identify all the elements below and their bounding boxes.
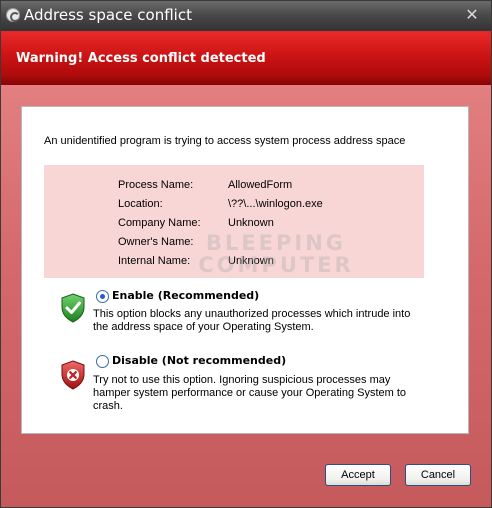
banner-heading: Warning! Access conflict detected xyxy=(16,51,266,66)
title-bar[interactable]: Address space conflict ✕ xyxy=(1,1,491,31)
disable-radio[interactable] xyxy=(96,355,109,368)
app-icon xyxy=(6,8,20,22)
content-panel: An unidentified program is trying to acc… xyxy=(21,106,469,434)
enable-option-description: This option blocks any unauthorized proc… xyxy=(93,308,411,333)
enable-radio[interactable] xyxy=(96,290,109,303)
window-title: Address space conflict xyxy=(24,6,192,24)
accept-button[interactable]: Accept xyxy=(325,464,391,486)
cancel-button[interactable]: Cancel xyxy=(405,464,471,486)
detail-label: Internal Name: xyxy=(118,255,191,267)
warning-banner: Warning! Access conflict detected xyxy=(1,31,491,85)
green-shield-check-icon xyxy=(61,293,85,323)
close-button[interactable]: ✕ xyxy=(463,6,481,24)
detail-label: Owner's Name: xyxy=(118,236,194,248)
watermark-line-2: COMPUTER xyxy=(198,253,354,277)
enable-option-label[interactable]: Enable (Recommended) xyxy=(112,289,259,302)
detail-value: AllowedForm xyxy=(228,179,293,191)
disable-option-label[interactable]: Disable (Not recommended) xyxy=(112,354,286,367)
watermark-line-1: BLEEPING xyxy=(205,231,347,255)
detail-label: Company Name: xyxy=(118,217,201,229)
intro-text: An unidentified program is trying to acc… xyxy=(44,135,406,147)
detail-label: Location: xyxy=(118,198,163,210)
watermark: BLEEPING COMPUTER xyxy=(186,232,366,276)
disable-option-description: Try not to use this option. Ignoring sus… xyxy=(93,374,407,412)
detail-value: \??\...\winlogon.exe xyxy=(228,198,323,210)
dialog-window: Address space conflict ✕ Warning! Access… xyxy=(0,0,492,508)
detail-label: Process Name: xyxy=(118,179,194,191)
detail-value: Unknown xyxy=(228,217,274,229)
red-shield-x-icon xyxy=(61,360,85,390)
